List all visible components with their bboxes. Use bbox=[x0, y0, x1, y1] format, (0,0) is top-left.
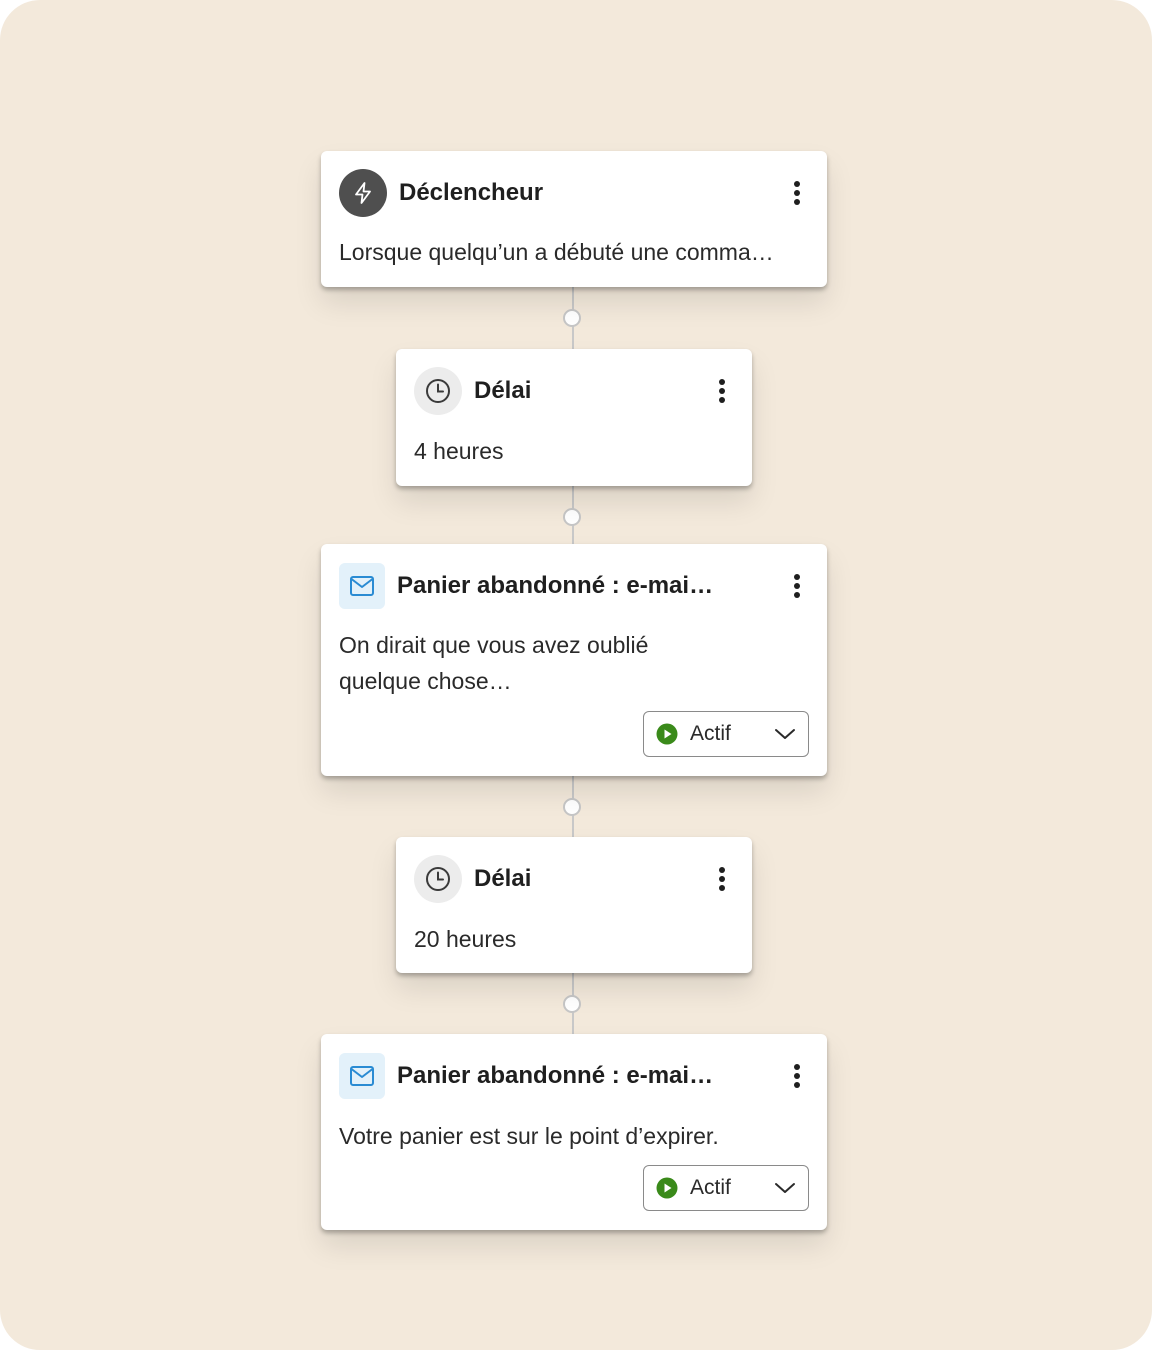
delay-card[interactable]: Délai 20 heures bbox=[396, 837, 752, 973]
chevron-down-icon bbox=[774, 1181, 796, 1195]
email-card[interactable]: Panier abandonné : e-mai… Votre panier e… bbox=[321, 1034, 827, 1230]
connector-add-point[interactable] bbox=[563, 798, 581, 816]
card-header: Panier abandonné : e-mai… bbox=[339, 1052, 809, 1100]
clock-icon bbox=[414, 855, 462, 903]
mail-icon bbox=[339, 563, 385, 609]
card-description: Lorsque quelqu’un a débuté une comma… bbox=[339, 239, 774, 265]
active-status-icon bbox=[656, 723, 678, 745]
more-options-icon[interactable] bbox=[785, 568, 809, 604]
card-header: Déclencheur bbox=[339, 169, 809, 217]
more-options-icon[interactable] bbox=[710, 373, 734, 409]
card-header: Délai bbox=[414, 367, 734, 415]
status-dropdown[interactable]: Actif bbox=[643, 711, 809, 757]
delay-card[interactable]: Délai 4 heures bbox=[396, 349, 752, 486]
card-description: 4 heures bbox=[414, 438, 504, 464]
clock-icon bbox=[414, 367, 462, 415]
status-label: Actif bbox=[690, 1176, 731, 1199]
card-title: Panier abandonné : e-mai… bbox=[397, 572, 714, 599]
more-options-icon[interactable] bbox=[785, 175, 809, 211]
connector-add-point[interactable] bbox=[563, 508, 581, 526]
card-description: Votre panier est sur le point d’expirer. bbox=[339, 1123, 719, 1149]
description-line: On dirait que vous avez oublié bbox=[339, 632, 649, 658]
connector-add-point[interactable] bbox=[563, 309, 581, 327]
card-title: Délai bbox=[474, 377, 532, 404]
active-status-icon bbox=[656, 1177, 678, 1199]
email-card[interactable]: Panier abandonné : e-mai… On dirait que … bbox=[321, 544, 827, 776]
card-title: Déclencheur bbox=[399, 179, 544, 206]
status-label: Actif bbox=[690, 722, 731, 745]
chevron-down-icon bbox=[774, 727, 796, 741]
lightning-icon bbox=[339, 169, 387, 217]
card-description: 20 heures bbox=[414, 926, 517, 952]
status-dropdown[interactable]: Actif bbox=[643, 1165, 809, 1211]
description-line: quelque chose… bbox=[339, 668, 512, 694]
card-description: On dirait que vous avez oublié quelque c… bbox=[339, 627, 809, 699]
more-options-icon[interactable] bbox=[785, 1058, 809, 1094]
card-header: Panier abandonné : e-mai… bbox=[339, 562, 809, 610]
mail-icon bbox=[339, 1053, 385, 1099]
more-options-icon[interactable] bbox=[710, 861, 734, 897]
trigger-card[interactable]: Déclencheur Lorsque quelqu’un a débuté u… bbox=[321, 151, 827, 287]
card-title: Panier abandonné : e-mai… bbox=[397, 1062, 714, 1089]
connector-add-point[interactable] bbox=[563, 995, 581, 1013]
card-title: Délai bbox=[474, 865, 532, 892]
card-header: Délai bbox=[414, 855, 734, 903]
workflow-canvas: Déclencheur Lorsque quelqu’un a débuté u… bbox=[0, 0, 1152, 1350]
